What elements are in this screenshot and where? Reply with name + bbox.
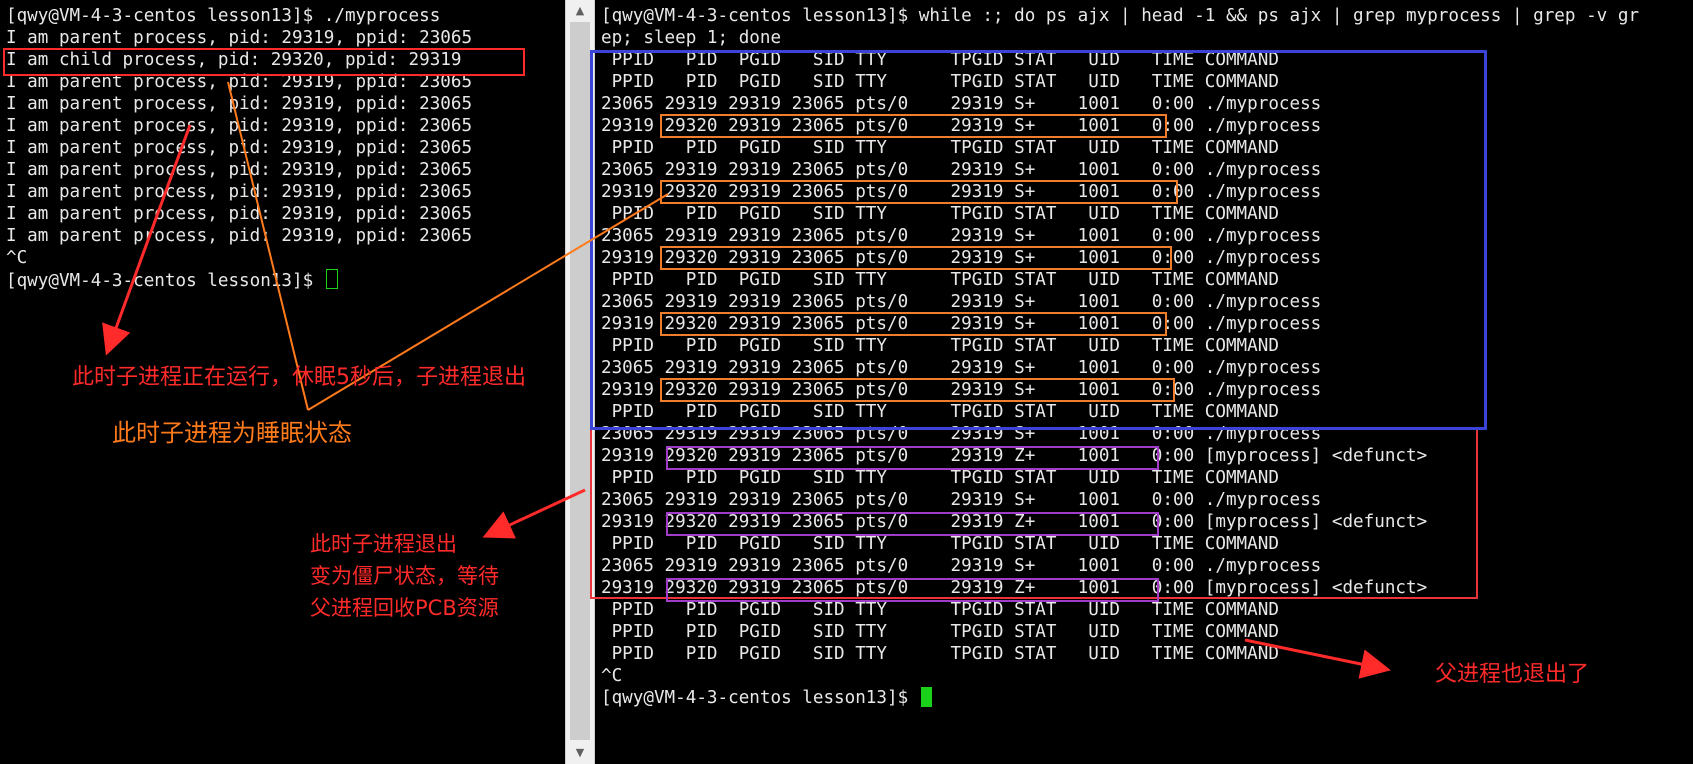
terminal-line: [qwy@VM-4-3-centos lesson13]$ ./myproces… <box>6 6 441 26</box>
left-terminal-scrollbar[interactable]: ▲ ▼ <box>565 0 595 764</box>
terminal-line: PPID PID PGID SID TTY TPGID STAT UID TIM… <box>601 600 1279 620</box>
terminal-line: I am parent process, pid: 29319, ppid: 2… <box>6 72 473 92</box>
scroll-up-icon[interactable]: ▲ <box>566 0 594 22</box>
terminal-line: 23065 29319 29319 23065 pts/0 29319 S+ 1… <box>601 160 1322 180</box>
terminal-line: I am parent process, pid: 29319, ppid: 2… <box>6 116 473 136</box>
prompt-text: [qwy@VM-4-3-centos lesson13]$ <box>601 688 919 708</box>
terminal-line: 29319 29320 29319 23065 pts/0 29319 S+ 1… <box>601 182 1322 202</box>
terminal-line: 29319 29320 29319 23065 pts/0 29319 Z+ 1… <box>601 512 1428 532</box>
terminal-line: [qwy@VM-4-3-centos lesson13]$ while :; d… <box>601 6 1640 26</box>
terminal-line: 23065 29319 29319 23065 pts/0 29319 S+ 1… <box>601 490 1322 510</box>
terminal-line: 23065 29319 29319 23065 pts/0 29319 S+ 1… <box>601 556 1322 576</box>
text-cursor <box>920 687 932 707</box>
scrollbar-thumb[interactable] <box>570 22 590 740</box>
text-cursor <box>325 269 338 289</box>
scroll-down-icon[interactable]: ▼ <box>566 742 594 764</box>
right-terminal-output: [qwy@VM-4-3-centos lesson13]$ while :; d… <box>601 5 1639 709</box>
terminal-line: I am parent process, pid: 29319, ppid: 2… <box>6 28 473 48</box>
terminal-line: 23065 29319 29319 23065 pts/0 29319 S+ 1… <box>601 292 1322 312</box>
prompt-line[interactable]: [qwy@VM-4-3-centos lesson13]$ <box>601 687 1639 709</box>
terminal-line: 29319 29320 29319 23065 pts/0 29319 S+ 1… <box>601 314 1322 334</box>
terminal-line: PPID PID PGID SID TTY TPGID STAT UID TIM… <box>601 622 1279 642</box>
right-terminal-pane[interactable]: [qwy@VM-4-3-centos lesson13]$ while :; d… <box>595 0 1693 764</box>
terminal-line: I am parent process, pid: 29319, ppid: 2… <box>6 226 473 246</box>
terminal-line: I am child process, pid: 29320, ppid: 29… <box>6 50 462 70</box>
terminal-line: PPID PID PGID SID TTY TPGID STAT UID TIM… <box>601 336 1279 356</box>
terminal-line: PPID PID PGID SID TTY TPGID STAT UID TIM… <box>601 204 1279 224</box>
prompt-line[interactable]: [qwy@VM-4-3-centos lesson13]$ <box>6 269 472 291</box>
terminal-line: 29319 29320 29319 23065 pts/0 29319 Z+ 1… <box>601 446 1428 466</box>
terminal-line: PPID PID PGID SID TTY TPGID STAT UID TIM… <box>601 468 1279 488</box>
terminal-line: 23065 29319 29319 23065 pts/0 29319 S+ 1… <box>601 358 1322 378</box>
terminal-line: 29319 29320 29319 23065 pts/0 29319 S+ 1… <box>601 116 1322 136</box>
terminal-line: PPID PID PGID SID TTY TPGID STAT UID TIM… <box>601 50 1279 70</box>
terminal-line: 23065 29319 29319 23065 pts/0 29319 S+ 1… <box>601 226 1322 246</box>
terminal-line: ep; sleep 1; done <box>601 28 782 48</box>
terminal-line: I am parent process, pid: 29319, ppid: 2… <box>6 138 473 158</box>
prompt-text: [qwy@VM-4-3-centos lesson13]$ <box>6 271 324 291</box>
terminal-line: I am parent process, pid: 29319, ppid: 2… <box>6 204 473 224</box>
terminal-line: ^C <box>6 248 28 268</box>
terminal-line: 29319 29320 29319 23065 pts/0 29319 S+ 1… <box>601 248 1322 268</box>
zombie-note: 此时子进程退出 变为僵尸状态，等待 父进程回收PCB资源 <box>310 532 499 620</box>
terminal-line: I am parent process, pid: 29319, ppid: 2… <box>6 160 473 180</box>
terminal-line: PPID PID PGID SID TTY TPGID STAT UID TIM… <box>601 72 1279 92</box>
terminal-line: 23065 29319 29319 23065 pts/0 29319 S+ 1… <box>601 94 1322 114</box>
parent-exit-note: 父进程也退出了 <box>1435 662 1590 687</box>
terminal-line: 29319 29320 29319 23065 pts/0 29319 Z+ 1… <box>601 578 1428 598</box>
terminal-line: 29319 29320 29319 23065 pts/0 29319 S+ 1… <box>601 380 1322 400</box>
terminal-line: PPID PID PGID SID TTY TPGID STAT UID TIM… <box>601 270 1279 290</box>
child-running-note: 此时子进程正在运行，休眠5秒后，子进程退出 <box>72 365 526 390</box>
terminal-line: PPID PID PGID SID TTY TPGID STAT UID TIM… <box>601 534 1279 554</box>
terminal-line: I am parent process, pid: 29319, ppid: 2… <box>6 182 473 202</box>
left-terminal-output: [qwy@VM-4-3-centos lesson13]$ ./myproces… <box>6 5 472 291</box>
child-sleeping-note: 此时子进程为睡眠状态 <box>112 419 352 447</box>
terminal-line: 23065 29319 29319 23065 pts/0 29319 S+ 1… <box>601 424 1322 444</box>
terminal-line: PPID PID PGID SID TTY TPGID STAT UID TIM… <box>601 402 1279 422</box>
terminal-line: PPID PID PGID SID TTY TPGID STAT UID TIM… <box>601 138 1279 158</box>
terminal-line: I am parent process, pid: 29319, ppid: 2… <box>6 94 473 114</box>
